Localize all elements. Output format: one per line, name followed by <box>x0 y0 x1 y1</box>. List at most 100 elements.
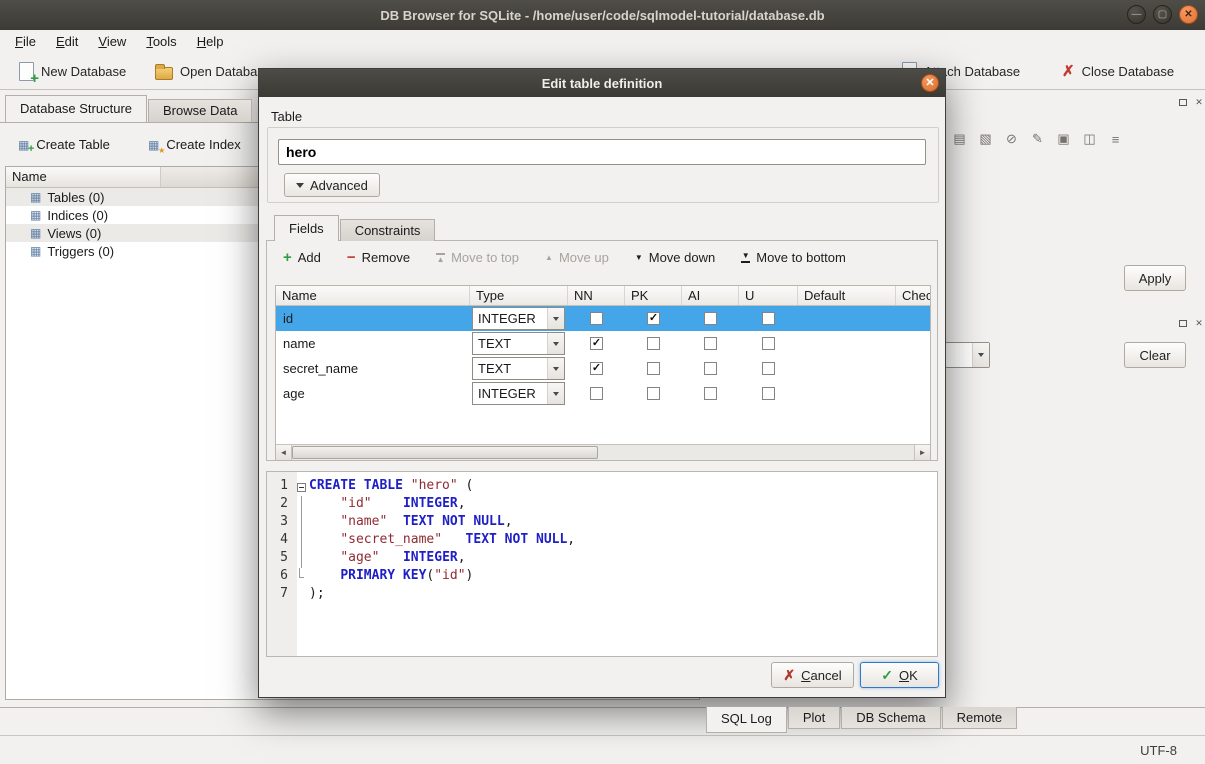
advanced-toggle-button[interactable]: Advanced <box>284 173 380 197</box>
dock-icon-6[interactable]: ◫ <box>1078 128 1101 150</box>
nn-checkbox[interactable]: ✓ <box>590 362 603 375</box>
nn-checkbox[interactable] <box>590 312 603 325</box>
add-button[interactable]: +Add <box>277 247 327 268</box>
default-cell[interactable] <box>798 381 896 406</box>
menu-edit[interactable]: Edit <box>46 32 88 51</box>
column-header-check[interactable]: Check <box>896 286 931 305</box>
column-header-u[interactable]: U <box>739 286 798 305</box>
u-checkbox[interactable] <box>762 362 775 375</box>
create-index-button[interactable]: ▦ Create Index <box>140 131 249 158</box>
type-combobox[interactable]: TEXT <box>472 357 565 380</box>
move-to-bottom-button[interactable]: ▼Move to bottom <box>735 247 852 268</box>
type-combobox[interactable]: INTEGER <box>472 382 565 405</box>
pk-checkbox[interactable]: ✓ <box>647 312 660 325</box>
scrollbar-track[interactable] <box>292 445 914 460</box>
table-name-input[interactable] <box>278 139 926 165</box>
horizontal-scrollbar[interactable]: ◄ ► <box>276 444 930 460</box>
check-constraint-cell[interactable] <box>896 356 931 381</box>
apply-button[interactable]: Apply <box>1124 265 1186 291</box>
u-checkbox[interactable] <box>762 312 775 325</box>
tab-plot[interactable]: Plot <box>788 707 840 729</box>
pk-checkbox[interactable] <box>647 362 660 375</box>
column-header-nn[interactable]: NN <box>568 286 625 305</box>
new-database-button[interactable]: New Database <box>14 57 131 85</box>
dock-icon-7[interactable]: ≡ <box>1104 128 1127 150</box>
nn-checkbox[interactable]: ✓ <box>590 337 603 350</box>
column-header-pk[interactable]: PK <box>625 286 682 305</box>
maximize-button[interactable]: ▢ <box>1153 5 1172 24</box>
type-combobox[interactable]: INTEGER <box>472 307 565 330</box>
check-constraint-cell[interactable] <box>896 306 931 331</box>
move-down-button[interactable]: ▼Move down <box>629 247 721 268</box>
ok-button[interactable]: ✓ OK <box>860 662 939 688</box>
close-dock-icon[interactable]: ✕ <box>1193 318 1205 330</box>
menu-tools[interactable]: Tools <box>136 32 186 51</box>
ai-checkbox[interactable] <box>704 312 717 325</box>
tab-sql-log[interactable]: SQL Log <box>706 707 787 733</box>
ai-checkbox[interactable] <box>704 337 717 350</box>
column-header-default[interactable]: Default <box>798 286 896 305</box>
cancel-button[interactable]: ✗ Cancel <box>771 662 854 688</box>
close-window-button[interactable]: ✕ <box>1179 5 1198 24</box>
chevron-down-icon[interactable] <box>547 333 564 354</box>
tab-remote[interactable]: Remote <box>942 707 1018 729</box>
tab-database-structure[interactable]: Database Structure <box>5 95 147 122</box>
default-cell[interactable] <box>798 356 896 381</box>
dock-icon-5[interactable]: ▣ <box>1052 128 1075 150</box>
dock-icon-2[interactable]: ▧ <box>974 128 997 150</box>
tree-column-name[interactable]: Name <box>6 167 161 187</box>
dock-icon-3[interactable]: ⊘ <box>1000 128 1023 150</box>
field-name-cell[interactable]: id <box>276 306 470 331</box>
dock-icon-4[interactable]: ✎ <box>1026 128 1049 150</box>
type-combobox[interactable]: TEXT <box>472 332 565 355</box>
scroll-left-icon[interactable]: ◄ <box>276 445 292 460</box>
sql-token <box>442 532 465 547</box>
field-row-id[interactable]: idINTEGER ✓ <box>276 306 931 331</box>
column-header-name[interactable]: Name <box>276 286 470 305</box>
create-table-button[interactable]: ▦ Create Table <box>10 131 118 158</box>
menu-file[interactable]: File <box>5 32 46 51</box>
tab-browse-data[interactable]: Browse Data <box>148 99 252 122</box>
tab-db-schema[interactable]: DB Schema <box>841 707 940 729</box>
scroll-right-icon[interactable]: ► <box>914 445 930 460</box>
default-cell[interactable] <box>798 306 896 331</box>
field-row-secret-name[interactable]: secret_nameTEXT ✓ <box>276 356 931 381</box>
fold-collapse-icon[interactable] <box>297 483 306 492</box>
field-name-cell[interactable]: name <box>276 331 470 356</box>
u-checkbox[interactable] <box>762 387 775 400</box>
field-row-name[interactable]: nameTEXT ✓ <box>276 331 931 356</box>
tab-fields[interactable]: Fields <box>274 215 339 241</box>
clear-button[interactable]: Clear <box>1124 342 1186 368</box>
scrollbar-thumb[interactable] <box>292 446 598 459</box>
check-constraint-cell[interactable] <box>896 331 931 356</box>
dock-icon-1[interactable]: ▤ <box>948 128 971 150</box>
close-dock-icon[interactable]: ✕ <box>1193 97 1205 109</box>
chevron-down-icon[interactable] <box>547 383 564 404</box>
pk-checkbox[interactable] <box>647 387 660 400</box>
menu-help[interactable]: Help <box>187 32 234 51</box>
chevron-down-icon[interactable] <box>972 343 989 367</box>
ai-checkbox[interactable] <box>704 387 717 400</box>
default-cell[interactable] <box>798 331 896 356</box>
dialog-close-button[interactable]: ✕ <box>921 74 939 92</box>
float-dock-icon[interactable] <box>1177 318 1189 330</box>
field-name-cell[interactable]: age <box>276 381 470 406</box>
nn-checkbox[interactable] <box>590 387 603 400</box>
chevron-down-icon[interactable] <box>547 308 564 329</box>
pk-checkbox[interactable] <box>647 337 660 350</box>
check-constraint-cell[interactable] <box>896 381 931 406</box>
ai-checkbox[interactable] <box>704 362 717 375</box>
encoding-indicator[interactable]: UTF-8 <box>1140 743 1177 758</box>
tab-constraints[interactable]: Constraints <box>340 219 436 241</box>
menu-view[interactable]: View <box>88 32 136 51</box>
chevron-down-icon[interactable] <box>547 358 564 379</box>
close-database-button[interactable]: ✗ Close Database <box>1057 57 1179 85</box>
minimize-button[interactable]: — <box>1127 5 1146 24</box>
column-header-ai[interactable]: AI <box>682 286 739 305</box>
field-row-age[interactable]: ageINTEGER <box>276 381 931 406</box>
u-checkbox[interactable] <box>762 337 775 350</box>
remove-button[interactable]: −Remove <box>341 247 416 268</box>
column-header-type[interactable]: Type <box>470 286 568 305</box>
field-name-cell[interactable]: secret_name <box>276 356 470 381</box>
float-dock-icon[interactable] <box>1177 97 1189 109</box>
